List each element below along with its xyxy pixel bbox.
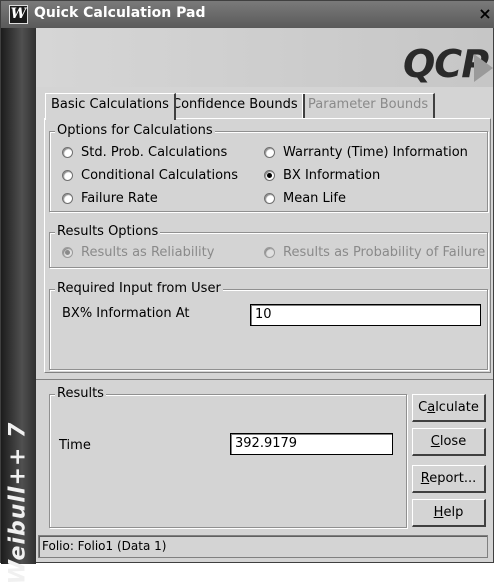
radio-results-as-reliability[interactable]: Results as Reliability bbox=[62, 245, 214, 260]
tab-basic-calculations[interactable]: Basic Calculations bbox=[45, 93, 176, 120]
tab-parameter-bounds[interactable]: Parameter Bounds bbox=[302, 93, 436, 118]
required-input-group: Required Input from User BX% Information… bbox=[49, 281, 488, 370]
results-options-title: Results Options bbox=[55, 224, 161, 240]
close-button[interactable]: Close bbox=[412, 428, 486, 456]
close-button-mnemonic: C bbox=[430, 434, 440, 449]
tab-confidence-bounds[interactable]: Confidence Bounds bbox=[166, 93, 305, 118]
radio-circle bbox=[62, 193, 73, 204]
radio-circle-selected bbox=[264, 170, 275, 181]
results-group: Results Time 392.9179 bbox=[49, 386, 407, 528]
bx-information-at-label: BX% Information At bbox=[62, 306, 190, 321]
required-input-title: Required Input from User bbox=[55, 281, 223, 297]
bx-information-at-input[interactable]: 10 bbox=[250, 304, 481, 326]
radio-circle-selected bbox=[62, 247, 73, 258]
calculate-button-text-2: lculate bbox=[435, 400, 479, 415]
report-button-mnemonic: R bbox=[420, 471, 430, 486]
radio-mean-life[interactable]: Mean Life bbox=[264, 191, 346, 206]
radio-circle bbox=[264, 193, 275, 204]
results-panel: Results Time 392.9179 Calculate Close Re… bbox=[36, 379, 493, 534]
radio-label: Results as Reliability bbox=[81, 245, 215, 260]
radio-circle bbox=[62, 147, 73, 158]
close-window-icon[interactable]: × bbox=[477, 4, 493, 24]
radio-failure-rate[interactable]: Failure Rate bbox=[62, 191, 158, 206]
radio-label: Results as Probability of Failure bbox=[283, 245, 486, 260]
radio-warranty-information[interactable]: Warranty (Time) Information bbox=[264, 145, 468, 160]
help-button-mnemonic: H bbox=[433, 505, 444, 520]
help-button-text: elp bbox=[443, 505, 464, 520]
radio-label: Conditional Calculations bbox=[81, 168, 239, 183]
radio-label: Failure Rate bbox=[81, 191, 158, 206]
calculate-button[interactable]: Calculate bbox=[412, 394, 486, 422]
options-group-title: Options for Calculations bbox=[55, 123, 215, 139]
calculation-panel: Basic Calculations Confidence Bounds Par… bbox=[36, 87, 493, 379]
radio-label: Mean Life bbox=[283, 191, 346, 206]
radio-circle bbox=[264, 247, 275, 258]
radio-bx-information[interactable]: BX Information bbox=[264, 168, 380, 183]
radio-label: Std. Prob. Calculations bbox=[81, 145, 228, 160]
title-bar[interactable]: W Quick Calculation Pad × bbox=[1, 1, 494, 28]
product-sidebar: Weibull++ 7 bbox=[1, 28, 36, 584]
time-label: Time bbox=[59, 438, 91, 453]
radio-circle bbox=[264, 147, 275, 158]
window-title: Quick Calculation Pad bbox=[34, 5, 206, 21]
radio-results-as-probability-of-failure[interactable]: Results as Probability of Failure bbox=[264, 245, 485, 260]
logo-arrow-icon bbox=[474, 54, 493, 82]
radio-label: Warranty (Time) Information bbox=[283, 145, 468, 160]
header-band: QCP bbox=[36, 28, 493, 87]
close-button-text: lose bbox=[439, 434, 467, 449]
radio-circle bbox=[62, 170, 73, 181]
basic-calculations-panel: Options for Calculations Std. Prob. Calc… bbox=[44, 118, 491, 373]
radio-label: BX Information bbox=[283, 168, 381, 183]
calculate-button-text-1: C bbox=[418, 400, 428, 415]
calculate-button-mnemonic: a bbox=[427, 400, 436, 415]
results-title: Results bbox=[55, 386, 106, 402]
options-for-calculations-group: Options for Calculations Std. Prob. Calc… bbox=[49, 123, 488, 212]
quick-calculation-pad-window: W Quick Calculation Pad × Weibull++ 7 QC… bbox=[0, 0, 494, 584]
results-options-group: Results Options Results as Reliability R… bbox=[49, 224, 488, 268]
radio-conditional-calculations[interactable]: Conditional Calculations bbox=[62, 168, 238, 183]
report-button[interactable]: Report... bbox=[412, 465, 486, 493]
folio-status: Folio: Folio1 (Data 1) bbox=[38, 535, 488, 558]
time-result-field[interactable]: 392.9179 bbox=[230, 433, 393, 455]
report-button-text: eport... bbox=[429, 471, 477, 486]
weibull-app-icon: W bbox=[9, 5, 28, 24]
product-label: Weibull++ 7 bbox=[5, 421, 31, 584]
help-button[interactable]: Help bbox=[412, 499, 486, 527]
status-bar: Folio: Folio1 (Data 1) bbox=[36, 533, 493, 562]
radio-std-prob-calculations[interactable]: Std. Prob. Calculations bbox=[62, 145, 227, 160]
